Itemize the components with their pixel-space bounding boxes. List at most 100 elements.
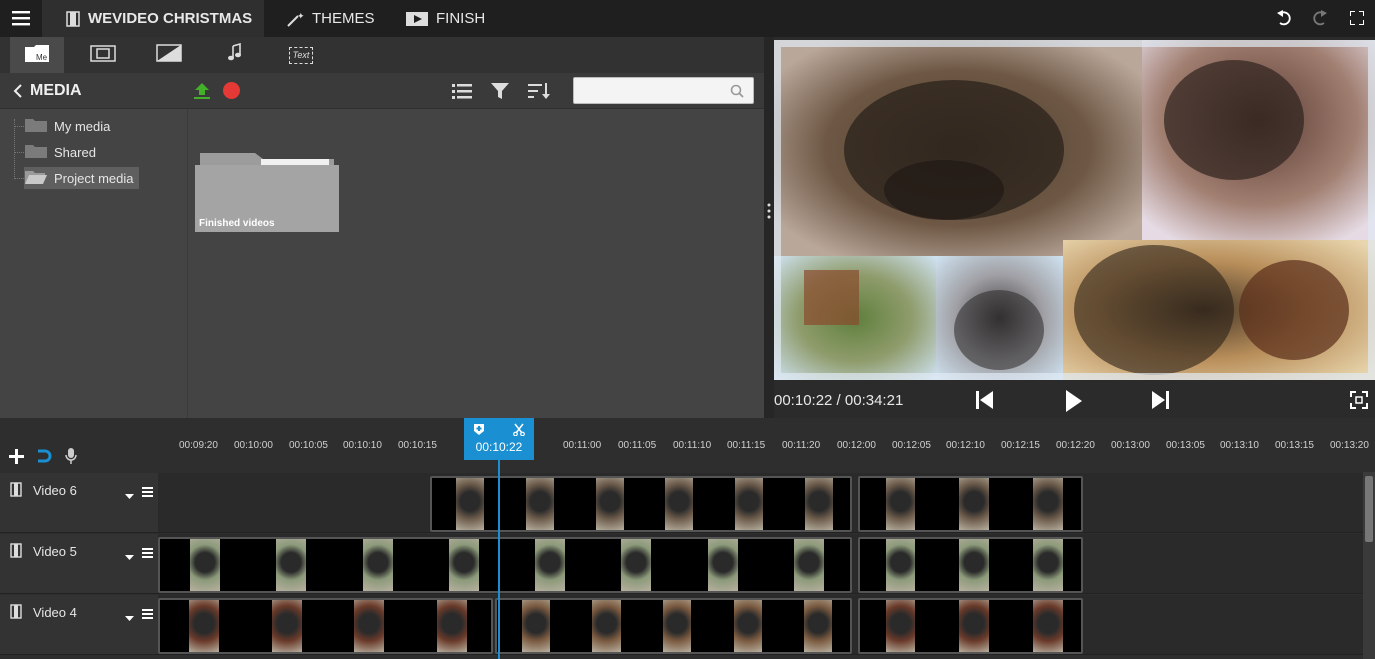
back-chevron-icon[interactable]: [13, 84, 23, 103]
clip-thumbnail: [621, 539, 652, 591]
clip-thumbnail: [707, 539, 738, 591]
tab-transitions[interactable]: [142, 37, 196, 73]
tree-item-project-media[interactable]: Project media: [24, 167, 140, 189]
clip-thumbnail: [535, 539, 566, 591]
panel-splitter[interactable]: [764, 37, 774, 418]
tree-item-shared[interactable]: Shared: [24, 141, 102, 163]
tab-audio[interactable]: [208, 37, 262, 73]
fullscreen-icon[interactable]: [1349, 10, 1365, 30]
clip-thumbnail: [665, 478, 694, 530]
scrollbar-thumb[interactable]: [1365, 476, 1373, 542]
drag-handle-icon: [767, 203, 771, 224]
tab-video[interactable]: [76, 37, 130, 73]
clip-thumbnail: [885, 478, 916, 530]
tree-item-my-media[interactable]: My media: [24, 115, 116, 137]
track-lane-video-6[interactable]: [158, 473, 1363, 533]
clip-thumbnail: [804, 478, 833, 530]
tab-text[interactable]: Text: [274, 37, 328, 73]
tab-my-media[interactable]: Me: [10, 37, 64, 73]
text-icon: Text: [289, 46, 313, 64]
clip-thumbnail: [885, 600, 916, 652]
track-header-video-6[interactable]: Video 6: [0, 473, 158, 533]
video-clip[interactable]: [858, 476, 1083, 532]
redo-icon[interactable]: [1312, 10, 1328, 31]
tab-project[interactable]: WEVIDEO CHRISTMAS: [42, 0, 264, 37]
timeline-scrollbar[interactable]: [1363, 472, 1375, 659]
clip-thumbnail: [1033, 600, 1063, 652]
magnet-icon[interactable]: [36, 448, 54, 469]
film-icon: [10, 604, 22, 624]
tab-finish[interactable]: FINISH: [406, 0, 485, 37]
skip-forward-icon[interactable]: [1151, 390, 1169, 415]
ruler-tick-label: 00:09:20: [179, 440, 218, 451]
ruler-tick-label: 00:12:15: [1001, 440, 1040, 451]
playhead[interactable]: 00:10:22: [464, 418, 534, 460]
clip-thumbnail: [437, 600, 468, 652]
play-icon[interactable]: [1065, 389, 1083, 418]
track-menu-icon[interactable]: [142, 545, 153, 563]
timecode: 00:10:22 / 00:34:21: [774, 392, 904, 409]
playhead-line[interactable]: [498, 460, 500, 659]
scissors-icon[interactable]: [513, 423, 525, 441]
tab-themes[interactable]: ✦ THEMES: [286, 0, 375, 37]
track-menu-icon[interactable]: [142, 484, 153, 502]
time-ruler[interactable]: 00:09:20 00:10:00 00:10:05 00:10:10 00:10:15…: [158, 418, 1375, 472]
ruler-tick-label: 00:12:05: [892, 440, 931, 451]
upload-icon[interactable]: [193, 81, 211, 104]
expand-preview-icon[interactable]: [1350, 391, 1368, 414]
clip-thumbnail: [595, 478, 624, 530]
clip-thumbnail: [271, 600, 302, 652]
marker-icon[interactable]: [473, 423, 485, 441]
ruler-tick-label: 00:12:10: [946, 440, 985, 451]
track-menu-icon[interactable]: [142, 606, 153, 624]
track-name: Video 4: [33, 605, 77, 620]
microphone-icon[interactable]: [65, 448, 77, 470]
film-icon: [10, 543, 22, 563]
track-lane-video-4[interactable]: [158, 595, 1363, 655]
video-clip[interactable]: [158, 537, 852, 593]
video-clip[interactable]: [858, 598, 1083, 654]
sort-icon[interactable]: [528, 82, 550, 105]
timeline: 00:09:20 00:10:00 00:10:05 00:10:10 00:10:15…: [0, 418, 1375, 659]
clip-thumbnail: [735, 478, 763, 530]
track-lane-video-5[interactable]: [158, 534, 1363, 594]
video-clip[interactable]: [158, 598, 493, 654]
themes-label: THEMES: [312, 10, 375, 27]
video-clip[interactable]: [858, 537, 1083, 593]
track-header-video-5[interactable]: Video 5: [0, 534, 158, 594]
top-bar: WEVIDEO CHRISTMAS ✦ THEMES FINISH: [0, 0, 1375, 37]
chevron-down-icon[interactable]: [125, 609, 134, 627]
folder-tile-finished-videos[interactable]: Finished videos: [195, 153, 339, 232]
clip-thumbnail: [456, 478, 485, 530]
svg-text:Me: Me: [36, 53, 48, 62]
clip-thumbnail: [733, 600, 762, 652]
video-preview[interactable]: [774, 40, 1375, 380]
clip-thumbnail: [526, 478, 554, 530]
clip-thumbnail: [959, 539, 989, 591]
ruler-tick-label: 00:12:00: [837, 440, 876, 451]
search-input[interactable]: [573, 77, 754, 104]
folder-tile-label: Finished videos: [199, 218, 275, 229]
list-view-icon[interactable]: [452, 83, 472, 104]
ruler-tick-label: 00:10:15: [398, 440, 437, 451]
hamburger-menu-icon[interactable]: [12, 10, 30, 26]
chevron-down-icon[interactable]: [125, 487, 134, 505]
ruler-tick-label: 00:13:20: [1330, 440, 1369, 451]
ruler-tick-label: 00:13:05: [1166, 440, 1205, 451]
chevron-down-icon[interactable]: [125, 548, 134, 566]
clip-thumbnail: [885, 539, 916, 591]
video-clip[interactable]: [430, 476, 852, 532]
track-header-video-4[interactable]: Video 4: [0, 595, 158, 655]
add-track-icon[interactable]: [9, 449, 24, 469]
filter-icon[interactable]: [491, 83, 509, 104]
finish-film-icon: [406, 11, 428, 27]
transition-icon: [156, 43, 182, 68]
clip-thumbnail: [521, 600, 550, 652]
video-clip[interactable]: [495, 598, 852, 654]
skip-back-icon[interactable]: [976, 390, 994, 415]
record-icon[interactable]: [223, 82, 240, 99]
clip-thumbnail: [804, 600, 833, 652]
tree-item-label: Shared: [54, 144, 96, 160]
ruler-tick-label: 00:11:00: [563, 440, 602, 451]
undo-icon[interactable]: [1276, 10, 1292, 31]
